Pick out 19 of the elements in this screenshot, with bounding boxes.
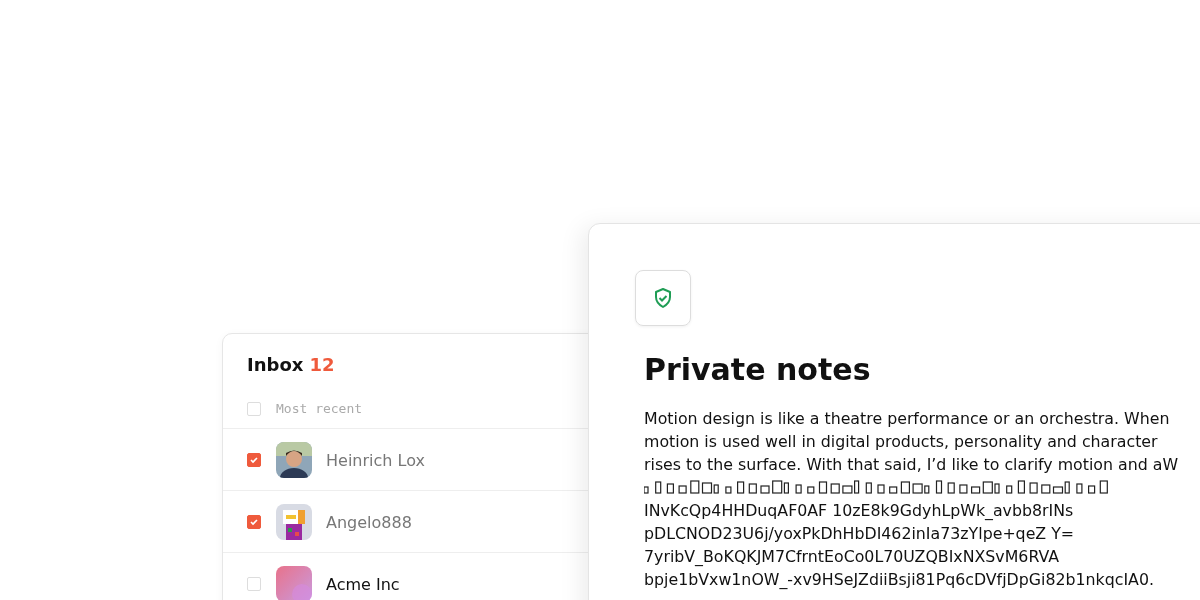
note-text: rises to the surface. With that said, I’d like to clarify motion and aW — [644, 454, 1180, 476]
sort-label[interactable]: Most recent — [276, 401, 363, 416]
row-checkbox[interactable] — [247, 515, 261, 529]
inbox-title: Inbox — [247, 354, 304, 375]
note-text: motion is used well in digital products, personality and character — [644, 431, 1159, 453]
select-all-checkbox[interactable] — [247, 401, 261, 416]
note-text: 7yribV_BoKQKJM7CfrntEoCo0L70UZQBIxNXSvM6RVA — [644, 546, 1061, 568]
checkmark-icon — [249, 517, 259, 527]
unread-count: 12 — [309, 354, 335, 375]
checkmark-icon — [249, 455, 259, 465]
sender-name[interactable]: Angelo888 — [326, 512, 412, 532]
note-text: INvKcQp4HHDuqAF0AF 10zE8k9GdyhLpWk_avbb8rINs — [644, 500, 1075, 522]
notes-title: Private notes — [644, 352, 872, 387]
note-text: bpje1bVxw1nOW_-xv9HSeJZdiiBsji81Pq6cDVfjDpGi82b1nkqcIA0. — [644, 569, 1155, 591]
sender-name[interactable]: Heinrich Lox — [326, 450, 425, 470]
sender-name[interactable]: Acme Inc — [326, 574, 400, 594]
note-text: Motion design is like a theatre performance or an orchestra. When — [644, 408, 1171, 430]
note-text: pDLCNOD23U6j/yoxPkDhHbDI462inIa73zYlpe+qeZ Y= — [644, 523, 1076, 545]
row-checkbox[interactable] — [247, 453, 261, 467]
